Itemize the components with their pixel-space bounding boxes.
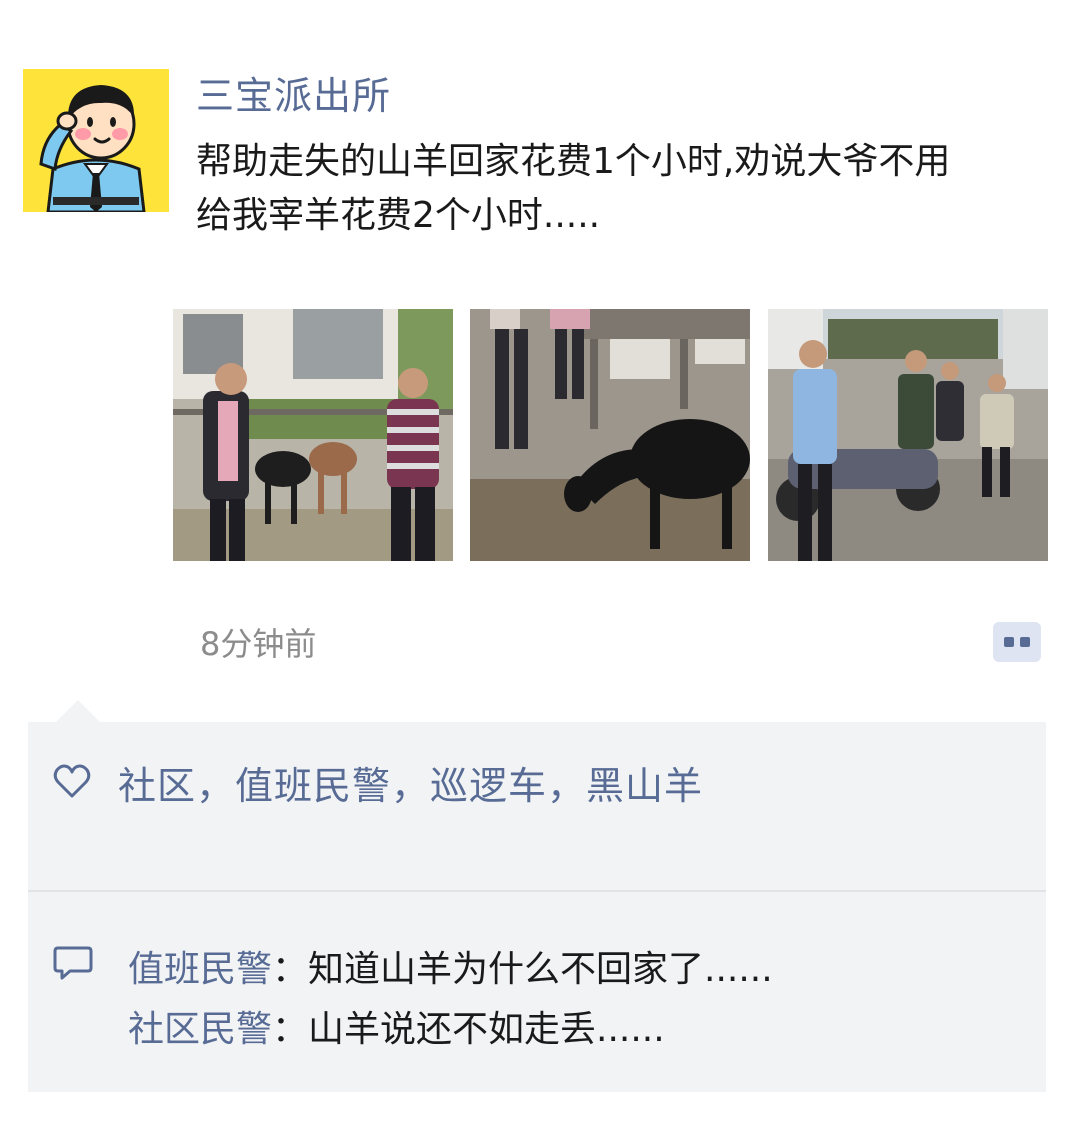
post-author[interactable]: 三宝派出所 bbox=[196, 72, 391, 120]
dot-icon bbox=[1020, 637, 1030, 647]
post-photo-3[interactable] bbox=[768, 309, 1048, 561]
photo-two-men-with-goats bbox=[173, 309, 453, 561]
photo-black-goat-eating bbox=[470, 309, 750, 561]
likes-list[interactable]: 社区，值班民警，巡逻车，黑山羊 bbox=[118, 755, 703, 810]
more-actions-button[interactable] bbox=[993, 622, 1041, 662]
post-photo-2[interactable] bbox=[470, 309, 750, 561]
comment-author[interactable]: 社区民警 bbox=[128, 1009, 272, 1050]
post-photo-1[interactable] bbox=[173, 309, 453, 561]
dot-icon bbox=[1004, 637, 1014, 647]
panel-divider bbox=[28, 890, 1046, 892]
comment-separator: ： bbox=[272, 1009, 309, 1050]
comment-item[interactable]: 值班民警：知道山羊为什么不回家了...... bbox=[128, 944, 773, 996]
photo-people-in-yard bbox=[768, 309, 1048, 561]
post-time: 8分钟前 bbox=[200, 625, 317, 663]
likes-row: 社区，值班民警，巡逻车，黑山羊 bbox=[52, 752, 703, 812]
comment-text: 知道山羊为什么不回家了...... bbox=[308, 949, 773, 990]
post-text: 帮助走失的山羊回家花费1个小时,劝说大爷不用给我宰羊花费2个小时..... bbox=[196, 141, 951, 236]
comment-text: 山羊说还不如走丢...... bbox=[308, 1009, 665, 1050]
panel-arrow bbox=[56, 700, 100, 722]
police-cartoon-avatar-icon[interactable] bbox=[23, 69, 169, 212]
heart-icon bbox=[53, 764, 91, 798]
comment-item[interactable]: 社区民警：山羊说还不如走丢...... bbox=[128, 1004, 665, 1056]
comment-icon bbox=[53, 946, 93, 980]
comment-separator: ： bbox=[272, 949, 309, 990]
comment-author[interactable]: 值班民警 bbox=[128, 949, 272, 990]
